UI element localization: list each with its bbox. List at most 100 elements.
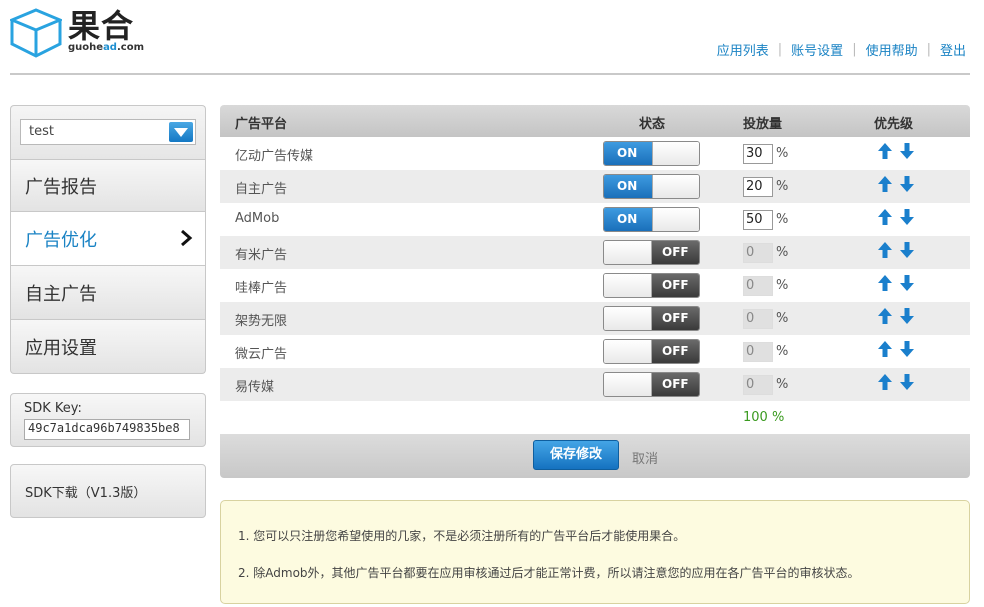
chevron-right-icon [181,229,193,247]
logo[interactable]: 果合 guohead.com [10,8,144,58]
nav-separator: | [777,42,783,57]
sdk-key-field[interactable]: 49c7a1dca96b749835be8 [24,419,190,440]
header-status: 状态 [639,117,666,132]
toggle-off-label: OFF [652,373,699,396]
status-toggle[interactable]: OFF [603,306,700,331]
priority-controls [877,241,915,259]
logo-domain: guohead.com [68,42,144,53]
sdk-download-button[interactable]: SDK下载（V1.3版） [10,464,206,518]
arrow-down-icon[interactable] [899,208,915,226]
arrow-down-icon[interactable] [899,373,915,391]
quantity-input[interactable]: 0 [743,276,773,296]
app-select-container: test [10,105,206,159]
table-row: 哇棒广告 OFF 0% [220,269,970,302]
platform-name: AdMob [235,211,280,226]
nav-logout[interactable]: 登出 [940,40,966,59]
toggle-knob [604,307,652,330]
toggle-knob [604,241,652,264]
arrow-up-icon[interactable] [877,208,893,226]
platform-name: 微云广告 [235,347,288,362]
percent-sign: % [776,179,789,194]
sidebar-item-own-ads[interactable]: 自主广告 [10,266,206,320]
sidebar-item-ad-report[interactable]: 广告报告 [10,159,206,212]
arrow-down-icon[interactable] [899,241,915,259]
nav-account-settings[interactable]: 账号设置 [791,40,843,59]
note-item: 2. 除Admob外，其他广告平台都要在应用审核通过后才能正常计费，所以请注意您… [238,566,860,580]
table-row: 微云广告 OFF 0% [220,335,970,368]
note-item: 1. 您可以只注册您希望使用的几家，不是必须注册所有的广告平台后才能使用果合。 [238,529,686,543]
arrow-up-icon[interactable] [877,175,893,193]
priority-controls [877,274,915,292]
priority-controls [877,373,915,391]
status-toggle[interactable]: ON [603,207,700,232]
status-toggle[interactable]: ON [603,141,700,166]
sidebar-item-label: 广告报告 [25,176,97,198]
arrow-down-icon[interactable] [899,307,915,325]
nav-help[interactable]: 使用帮助 [866,40,918,59]
cancel-link[interactable]: 取消 [632,448,658,467]
header-priority: 优先级 [874,117,914,132]
percent-sign: % [776,344,789,359]
table-row: 架势无限 OFF 0% [220,302,970,335]
toggle-off-label: OFF [652,340,699,363]
toggle-on-label: ON [604,142,652,165]
arrow-down-icon[interactable] [899,340,915,358]
platform-name: 自主广告 [235,182,288,197]
table-row: 有米广告 OFF 0% [220,236,970,269]
quantity-input[interactable]: 0 [743,342,773,362]
sidebar-item-label: 自主广告 [25,283,97,305]
priority-controls [877,340,915,358]
notes-box: 1. 您可以只注册您希望使用的几家，不是必须注册所有的广告平台后才能使用果合。 … [220,500,970,604]
arrow-up-icon[interactable] [877,340,893,358]
quantity-input[interactable]: 30 [743,144,773,164]
table-header: 广告平台 状态 投放量 优先级 [220,105,970,137]
status-toggle[interactable]: OFF [603,372,700,397]
percent-sign: % [776,212,789,227]
table-row: AdMob ON 50% [220,203,970,236]
quantity-input[interactable]: 20 [743,177,773,197]
arrow-up-icon[interactable] [877,241,893,259]
arrow-up-icon[interactable] [877,373,893,391]
nav-separator: | [926,42,931,57]
cube-logo-icon [10,8,62,58]
arrow-up-icon[interactable] [877,274,893,292]
toggle-on-label: ON [604,208,652,231]
platform-name: 架势无限 [235,314,288,329]
priority-controls [877,208,915,226]
arrow-down-icon[interactable] [899,274,915,292]
sdk-download-label: SDK下载（V1.3版） [25,485,147,501]
quantity-input[interactable]: 0 [743,309,773,329]
arrow-up-icon[interactable] [877,142,893,160]
quantity-input[interactable]: 50 [743,210,773,230]
arrow-up-icon[interactable] [877,307,893,325]
percent-sign: % [776,311,789,326]
sidebar-item-ad-optimization[interactable]: 广告优化 [10,212,206,266]
toggle-knob [652,142,699,165]
arrow-down-icon[interactable] [899,175,915,193]
platform-name: 有米广告 [235,248,288,263]
quantity-input[interactable]: 0 [743,375,773,395]
nav-app-list[interactable]: 应用列表 [717,40,769,59]
sidebar-item-app-settings[interactable]: 应用设置 [10,320,206,374]
table-row: 自主广告 ON 20% [220,170,970,203]
sidebar-item-label: 应用设置 [25,337,97,359]
status-toggle[interactable]: OFF [603,240,700,265]
percent-sign: % [776,278,789,293]
app-select[interactable]: test [20,119,196,145]
table-body: 亿动广告传媒 ON 30% 自主广告 ON 20% AdMob ON 50% 有米广告 OFF 0% 哇… [220,137,970,401]
chevron-down-icon[interactable] [169,122,193,142]
toggle-knob [652,175,699,198]
total-quantity: 100 % [743,410,785,425]
arrow-down-icon[interactable] [899,142,915,160]
quantity-input[interactable]: 0 [743,243,773,263]
sdk-key-box: SDK Key: 49c7a1dca96b749835be8 [10,393,206,447]
save-button[interactable]: 保存修改 [533,440,619,470]
toggle-knob [604,274,652,297]
header-platform: 广告平台 [235,117,288,132]
status-toggle[interactable]: ON [603,174,700,199]
status-toggle[interactable]: OFF [603,339,700,364]
status-toggle[interactable]: OFF [603,273,700,298]
toggle-knob [604,373,652,396]
table-row: 易传媒 OFF 0% [220,368,970,401]
header-divider [10,73,970,75]
